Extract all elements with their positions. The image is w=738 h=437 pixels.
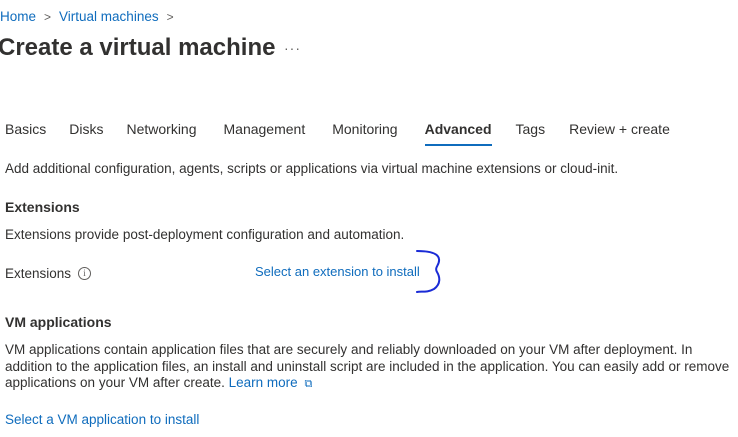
breadcrumb-home-link[interactable]: Home [0, 9, 36, 24]
page-title: Create a virtual machine [0, 34, 276, 61]
tab-bar: Basics Disks Networking Management Monit… [5, 121, 670, 146]
handwritten-bracket-annotation [416, 250, 441, 293]
extensions-field-label: Extensions [5, 266, 72, 281]
page-root: Home > Virtual machines > Create a virtu… [0, 0, 738, 437]
extensions-description: Extensions provide post-deployment confi… [5, 227, 405, 242]
bracket-stroke [416, 250, 441, 293]
breadcrumb-virtual-machines-link[interactable]: Virtual machines [59, 9, 159, 24]
select-vm-application-link[interactable]: Select a VM application to install [5, 412, 199, 427]
more-options-button[interactable]: ··· [284, 40, 301, 56]
info-icon[interactable]: i [78, 267, 92, 280]
intro-text: Add additional configuration, agents, sc… [5, 161, 619, 176]
select-extension-link[interactable]: Select an extension to install [255, 264, 420, 279]
vm-applications-description-block: VM applications contain application file… [5, 342, 738, 393]
tab-networking[interactable]: Networking [126, 121, 196, 146]
breadcrumb: Home > Virtual machines > [0, 9, 182, 24]
tab-disks[interactable]: Disks [69, 121, 103, 146]
tab-basics[interactable]: Basics [5, 121, 46, 146]
tab-tags[interactable]: Tags [516, 121, 546, 146]
tab-monitoring[interactable]: Monitoring [332, 121, 397, 146]
tab-advanced[interactable]: Advanced [424, 121, 492, 146]
extensions-section-title: Extensions [5, 199, 80, 215]
chevron-right-icon: > [44, 9, 52, 24]
tab-management[interactable]: Management [224, 121, 306, 146]
vm-applications-section-title: VM applications [5, 314, 112, 330]
extensions-field: Extensions i [5, 266, 92, 281]
tab-review-create[interactable]: Review + create [569, 121, 670, 146]
chevron-right-icon: > [166, 9, 174, 24]
external-link-icon[interactable]: ⧉ [304, 378, 312, 390]
learn-more-link[interactable]: Learn more [229, 375, 298, 390]
vm-applications-description: VM applications contain application file… [5, 342, 730, 390]
